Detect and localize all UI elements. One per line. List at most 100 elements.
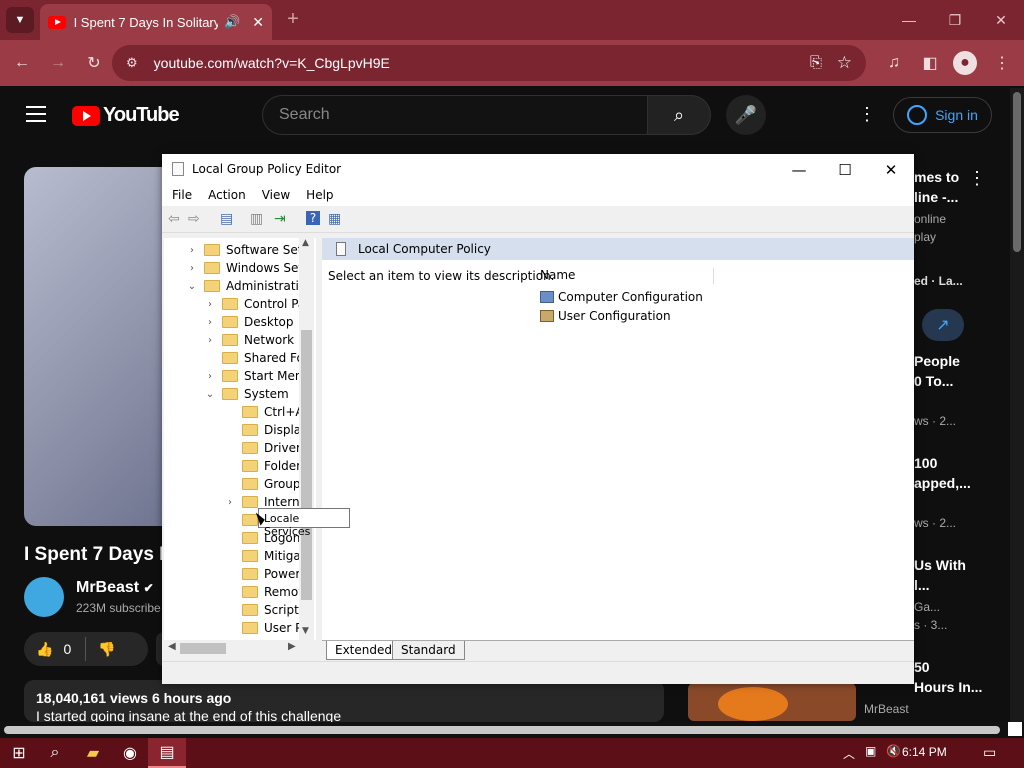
taskbar-search-icon[interactable]: ⌕ bbox=[36, 738, 74, 768]
related-title-2[interactable]: People 0 To... bbox=[914, 351, 960, 391]
search-button[interactable]: ⌕ bbox=[647, 95, 711, 135]
taskbar-clock[interactable]: 6:14 PM bbox=[902, 745, 947, 759]
policy-editor-taskbar-icon[interactable]: ▤ bbox=[148, 738, 186, 768]
media-control-icon[interactable]: ♫ bbox=[882, 51, 906, 75]
side-panel-icon[interactable]: ◧ bbox=[918, 51, 942, 75]
tree-node[interactable]: Remov bbox=[224, 583, 305, 601]
browser-tab[interactable]: I Spent 7 Days In Solitary Co 🔊 ✕ bbox=[40, 4, 272, 40]
profile-avatar-icon[interactable]: ● bbox=[953, 51, 977, 75]
site-info-icon[interactable]: ⚙ bbox=[126, 55, 138, 71]
tree-expander-icon[interactable]: › bbox=[224, 497, 236, 508]
tab-standard[interactable]: Standard bbox=[392, 641, 465, 660]
tree-node[interactable]: › Start Menu bbox=[204, 367, 310, 385]
tree-node[interactable]: Mitiga bbox=[224, 547, 301, 565]
tree-node[interactable]: Group bbox=[224, 475, 301, 493]
forward-arrow-icon[interactable]: → bbox=[46, 51, 70, 75]
tree-node[interactable]: › Desktop bbox=[204, 313, 294, 331]
user-configuration-item[interactable]: User Configuration bbox=[540, 309, 671, 323]
menu-help[interactable]: Help bbox=[306, 185, 333, 206]
export-list-icon[interactable]: ⇥ bbox=[274, 211, 286, 227]
tree-node[interactable]: ⌄ Administrative bbox=[186, 277, 314, 295]
tree-expander-icon[interactable]: ⌄ bbox=[186, 281, 198, 292]
back-icon[interactable]: ⇦ bbox=[168, 211, 180, 227]
tree-expander-icon[interactable]: › bbox=[186, 245, 198, 256]
speaker-icon[interactable]: 🔊 bbox=[224, 14, 240, 30]
tree-node[interactable]: ⌄ System bbox=[204, 385, 289, 403]
menu-file[interactable]: File bbox=[172, 185, 192, 206]
restore-button[interactable]: ❐ bbox=[932, 0, 978, 40]
tree-node[interactable]: Scripts bbox=[224, 601, 305, 619]
tab-search-button[interactable]: ▼ bbox=[6, 7, 34, 33]
open-external-icon[interactable]: ↗ bbox=[922, 309, 964, 341]
chrome-icon[interactable]: ◉ bbox=[111, 738, 149, 768]
show-hide-icon[interactable]: ▦ bbox=[328, 211, 341, 227]
channel-avatar[interactable] bbox=[24, 577, 64, 617]
notification-icon[interactable]: ▭ bbox=[983, 744, 996, 761]
horizontal-scrollbar[interactable] bbox=[0, 722, 1024, 738]
tree-node[interactable]: Display bbox=[224, 421, 308, 439]
gpe-close-button[interactable]: ✕ bbox=[868, 156, 914, 184]
related-thumbnail[interactable] bbox=[688, 683, 856, 721]
tree-expander-icon[interactable]: › bbox=[204, 371, 216, 382]
tree-node[interactable]: Folder bbox=[224, 457, 301, 475]
tree-vertical-scrollbar[interactable]: ▲ ▼ bbox=[299, 238, 314, 640]
tree-expander-icon[interactable]: › bbox=[204, 317, 216, 328]
tree-node[interactable]: › Software Setti bbox=[186, 241, 310, 259]
tree-expander-icon[interactable]: › bbox=[186, 263, 198, 274]
related-title-3[interactable]: 100 apped,... bbox=[914, 453, 971, 493]
video-player[interactable] bbox=[24, 167, 174, 526]
settings-kebab-icon[interactable]: ⋮ bbox=[858, 104, 876, 125]
sign-in-button[interactable]: Sign in bbox=[893, 97, 992, 133]
back-arrow-icon[interactable]: ← bbox=[10, 51, 34, 75]
computer-configuration-item[interactable]: Computer Configuration bbox=[540, 290, 703, 304]
new-tab-button[interactable]: + bbox=[282, 8, 304, 30]
windows-start-icon[interactable]: ⊞ bbox=[0, 738, 38, 768]
hamburger-menu-icon[interactable] bbox=[26, 106, 46, 122]
console-tree-icon[interactable]: ▤ bbox=[220, 211, 233, 227]
tree-node[interactable]: › Windows Sett bbox=[186, 259, 308, 277]
tree-node[interactable]: › Control Pa bbox=[204, 295, 305, 313]
thumbs-up-icon[interactable]: 👍 bbox=[36, 641, 53, 658]
related-title-5[interactable]: 50 Hours In... bbox=[914, 657, 982, 697]
tree-node[interactable]: User Pr bbox=[224, 619, 307, 637]
tab-extended[interactable]: Extended bbox=[326, 641, 401, 660]
page-scrollbar[interactable] bbox=[1010, 88, 1024, 722]
tree-expander-icon[interactable]: ⌄ bbox=[204, 389, 216, 400]
channel-name[interactable]: MrBeast ✔ bbox=[76, 579, 154, 597]
tray-chevron-icon[interactable]: ︿ bbox=[843, 745, 855, 762]
file-explorer-icon[interactable]: ▰ bbox=[74, 738, 112, 768]
tree-node[interactable]: Power bbox=[224, 565, 300, 583]
thumbs-down-icon[interactable]: 👎 bbox=[98, 641, 115, 658]
address-bar[interactable]: ⚙ youtube.com/watch?v=K_CbgLpvH9E ⎘ ☆ bbox=[112, 45, 866, 81]
forward-icon[interactable]: ⇨ bbox=[188, 211, 200, 227]
tab-close-icon[interactable]: ✕ bbox=[252, 14, 264, 31]
description-box[interactable]: 18,040,161 views 6 hours ago I started g… bbox=[24, 680, 664, 724]
related-title-1[interactable]: mes to line -... bbox=[914, 167, 959, 207]
install-app-icon[interactable]: ⎘ bbox=[810, 54, 822, 71]
tree-expander-icon[interactable]: › bbox=[204, 335, 216, 346]
tree-node[interactable]: Ctrl+A bbox=[224, 403, 304, 421]
voice-search-button[interactable]: 🎤 bbox=[726, 95, 766, 135]
search-input[interactable]: Search bbox=[262, 95, 648, 135]
gpe-minimize-button[interactable]: — bbox=[776, 156, 822, 184]
gpe-maximize-button[interactable]: ☐ bbox=[822, 156, 868, 184]
menu-action[interactable]: Action bbox=[208, 185, 246, 206]
reload-icon[interactable]: ↻ bbox=[82, 51, 106, 75]
tree-expander-icon[interactable]: › bbox=[204, 299, 216, 310]
close-window-button[interactable]: ✕ bbox=[978, 0, 1024, 40]
minimize-button[interactable]: — bbox=[886, 0, 932, 40]
name-column-header[interactable]: Name bbox=[540, 268, 714, 284]
tree-horizontal-scrollbar[interactable]: ◀ ▶ bbox=[164, 640, 314, 657]
volume-muted-icon[interactable]: 🔇 bbox=[886, 744, 901, 758]
properties-icon[interactable]: ▥ bbox=[250, 211, 263, 227]
tree-node[interactable]: Shared Fol bbox=[204, 349, 307, 367]
related-title-4[interactable]: Us With l... bbox=[914, 555, 966, 595]
youtube-logo[interactable]: YouTube bbox=[72, 104, 180, 127]
network-icon[interactable]: ▣ bbox=[865, 744, 876, 758]
like-dislike-group[interactable]: 👍 0 👎 bbox=[24, 632, 148, 666]
help-icon[interactable]: ? bbox=[306, 211, 320, 225]
bookmark-star-icon[interactable]: ☆ bbox=[837, 53, 852, 73]
tree-node[interactable]: Driver bbox=[224, 439, 301, 457]
browser-menu-icon[interactable]: ⋮ bbox=[990, 51, 1014, 75]
gpe-title-bar[interactable]: Local Group Policy Editor — ☐ ✕ bbox=[162, 154, 914, 185]
